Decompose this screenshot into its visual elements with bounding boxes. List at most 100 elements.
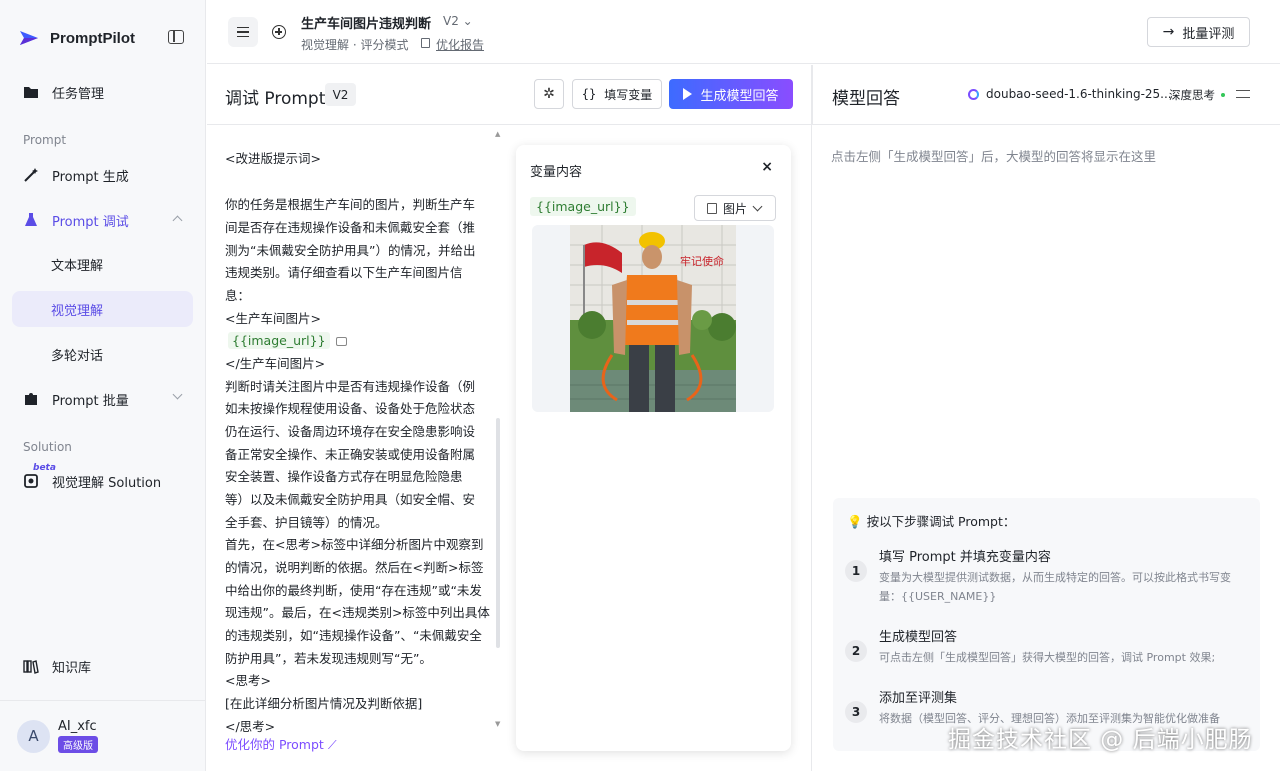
sidebar-item-label: 视觉理解 Solution xyxy=(52,475,162,491)
version-badge: V2 xyxy=(325,83,356,106)
step-description: 可点击左侧「生成模型回答」获得大模型的回答，调试 Prompt 效果; xyxy=(879,651,1216,664)
arrow-right-icon: → xyxy=(1162,24,1175,40)
sparkle-icon[interactable]: ✲ xyxy=(534,79,564,109)
sidebar-item-prompt-generate[interactable]: Prompt 生成 xyxy=(12,157,193,193)
variable-type-label: 图片 xyxy=(723,201,748,216)
watermark: 掘金技术社区 @ 后端小肥肠 xyxy=(948,727,1253,753)
brand-logo[interactable]: PromptPilot xyxy=(18,26,188,50)
prompt-line: <思考> xyxy=(225,673,271,688)
prompt-line: [在此详细分析图片情况及判断依据] xyxy=(225,696,423,711)
prompt-line: 中给出你的最终判断，使用“存在违规”或“未发 xyxy=(225,583,482,598)
steps-title: 💡 按以下步骤调试 Prompt： xyxy=(847,511,1015,530)
scroll-up-icon[interactable]: ▲ xyxy=(495,130,500,138)
add-circle-icon[interactable] xyxy=(264,17,294,47)
image-file-icon xyxy=(707,202,717,214)
sidebar-item-text-understanding[interactable]: 文本理解 xyxy=(12,246,193,282)
user-name: AI_xfc xyxy=(58,719,97,734)
step-number: 3 xyxy=(845,701,867,723)
avatar[interactable]: A xyxy=(17,719,50,753)
chevron-down-icon xyxy=(752,201,763,212)
close-icon[interactable]: × xyxy=(761,159,773,175)
wand-icon: ⟋ xyxy=(327,737,337,752)
model-answer-header: 模型回答 doubao-seed-1.6-thinking-25... 深度思考 xyxy=(812,65,1280,125)
scrollbar[interactable] xyxy=(496,418,500,648)
step-number: 2 xyxy=(845,640,867,662)
prompt-line: 间是否存在违规操作设备和未佩戴安全套（推 xyxy=(225,220,476,235)
debug-prompt-title: 调试 Prompt xyxy=(225,89,326,109)
step-title: 生成模型回答 xyxy=(879,630,958,645)
puzzle-icon xyxy=(22,390,40,408)
step-number: 1 xyxy=(845,560,867,582)
variable-type-select[interactable]: 图片 xyxy=(694,195,776,221)
top-header: 生产车间图片违规判断 V2 ⌄ 视觉理解 · 评分模式 优化报告 → 批量评测 xyxy=(207,0,1280,64)
prompt-line: </生产车间图片> xyxy=(225,356,326,371)
optimize-prompt-link[interactable]: 优化你的 Prompt ⟋ xyxy=(225,734,337,753)
step-title: 填写 Prompt 并填充变量内容 xyxy=(879,550,1051,565)
panel-divider xyxy=(811,65,812,771)
model-logo-icon xyxy=(968,89,979,100)
generate-answer-button[interactable]: 生成模型回答 xyxy=(669,79,793,109)
sidebar-item-vision-understanding[interactable]: 视觉理解 xyxy=(12,291,193,327)
user-profile[interactable]: A AI_xfc 高级版 xyxy=(17,716,98,756)
sidebar-item-label: Prompt 生成 xyxy=(52,169,129,185)
sidebar-item-label: 知识库 xyxy=(52,660,92,676)
prompt-line: <改进版提示词> xyxy=(225,151,321,166)
sliders-icon[interactable] xyxy=(1236,87,1250,101)
sidebar-item-knowledge[interactable]: 知识库 xyxy=(12,648,193,684)
prompt-line: 测为“未佩戴安全防护用具”）的情况，并给出 xyxy=(225,243,476,258)
menu-icon[interactable] xyxy=(228,17,258,47)
variable-name-chip: {{image_url}} xyxy=(530,197,636,216)
steps-guide: 💡 按以下步骤调试 Prompt： 1 填写 Prompt 并填充变量内容 变量为… xyxy=(833,498,1260,751)
prompt-line: 判断时请关注图片中是否有违规操作设备（例 xyxy=(225,379,476,394)
variable-image-preview[interactable]: 牢记使命 xyxy=(532,225,774,412)
prompt-line: 现违规”。最后，在<违规类别>标签中列出具体 xyxy=(225,605,490,620)
sidebar-toggle-icon[interactable] xyxy=(168,30,184,44)
sidebar-item-prompt-batch[interactable]: Prompt 批量 xyxy=(12,381,193,417)
version-dropdown[interactable]: V2 ⌄ xyxy=(443,14,473,28)
sidebar-item-task-management[interactable]: 任务管理 xyxy=(12,74,193,110)
model-select[interactable]: doubao-seed-1.6-thinking-25... xyxy=(986,87,1172,101)
step-title: 添加至评测集 xyxy=(879,691,958,706)
section-label-solution: Solution xyxy=(23,440,72,454)
variable-panel-title: 变量内容 xyxy=(530,165,583,180)
chevron-down-icon xyxy=(172,389,183,400)
sidebar-item-multi-turn[interactable]: 多轮对话 xyxy=(12,336,193,372)
scroll-down-icon[interactable]: ▼ xyxy=(495,720,500,728)
magic-wand-icon xyxy=(22,166,40,184)
prompt-line: 首先，在<思考>标签中详细分析图片中观察到 xyxy=(225,537,484,552)
lightbulb-icon: 💡 xyxy=(847,514,863,529)
optimize-report-link[interactable]: 优化报告 xyxy=(436,36,484,53)
step-description: 变量为大模型提供测试数据，从而生成特定的回答。可以按此格式书写变量：{{USER… xyxy=(879,571,1231,603)
prompt-editor[interactable]: <改进版提示词> 你的任务是根据生产车间的图片，判断生产车 间是否存在违规操作设… xyxy=(207,126,505,766)
prompt-line: 防护用具”，若未发现违规则写“无”。 xyxy=(225,651,432,666)
deep-think-toggle[interactable]: 深度思考 xyxy=(1169,87,1215,103)
batch-evaluate-button[interactable]: → 批量评测 xyxy=(1147,17,1250,47)
prompt-line: 安全装置、操作设备方式存在明显危险隐患 xyxy=(225,469,463,484)
variable-panel: 变量内容 × {{image_url}} 图片 牢记使命 xyxy=(516,145,791,751)
optimize-prompt-label: 优化你的 Prompt xyxy=(225,737,324,752)
scan-icon xyxy=(22,472,40,490)
sidebar-item-vision-solution[interactable]: 视觉理解 Solution xyxy=(12,463,193,499)
image-url-variable[interactable]: {{image_url}} xyxy=(228,332,330,349)
answer-placeholder: 点击左侧「生成模型回答」后，大模型的回答将显示在这里 xyxy=(831,149,1157,164)
prompt-variable-line: {{image_url}} xyxy=(228,330,500,353)
fill-variables-button[interactable]: {} 填写变量 xyxy=(572,79,662,109)
sidebar-item-label: 文本理解 xyxy=(51,258,104,274)
prompt-line: 息： xyxy=(225,288,251,303)
model-answer-title: 模型回答 xyxy=(832,89,900,109)
debug-prompt-header: 调试 Prompt V2 ✲ {} 填写变量 生成模型回答 xyxy=(207,65,811,125)
sidebar-item-prompt-debug[interactable]: Prompt 调试 xyxy=(12,202,193,238)
sidebar-item-label: 视觉理解 xyxy=(51,303,104,319)
status-dot-icon xyxy=(1221,93,1225,97)
sidebar: PromptPilot 任务管理 Prompt Prompt 生成 Prompt… xyxy=(0,0,206,771)
library-icon xyxy=(22,657,40,675)
folder-icon xyxy=(22,83,40,101)
batch-evaluate-label: 批量评测 xyxy=(1182,26,1235,42)
plan-badge: 高级版 xyxy=(58,736,98,753)
poster-text: 牢记使命 xyxy=(680,254,724,268)
brand-name: PromptPilot xyxy=(50,29,135,47)
braces-icon: {} xyxy=(581,87,597,101)
flask-icon xyxy=(22,211,40,229)
generate-answer-label: 生成模型回答 xyxy=(700,88,779,104)
prompt-line: 如未按操作规程使用设备、设备处于危险状态 xyxy=(225,401,476,416)
